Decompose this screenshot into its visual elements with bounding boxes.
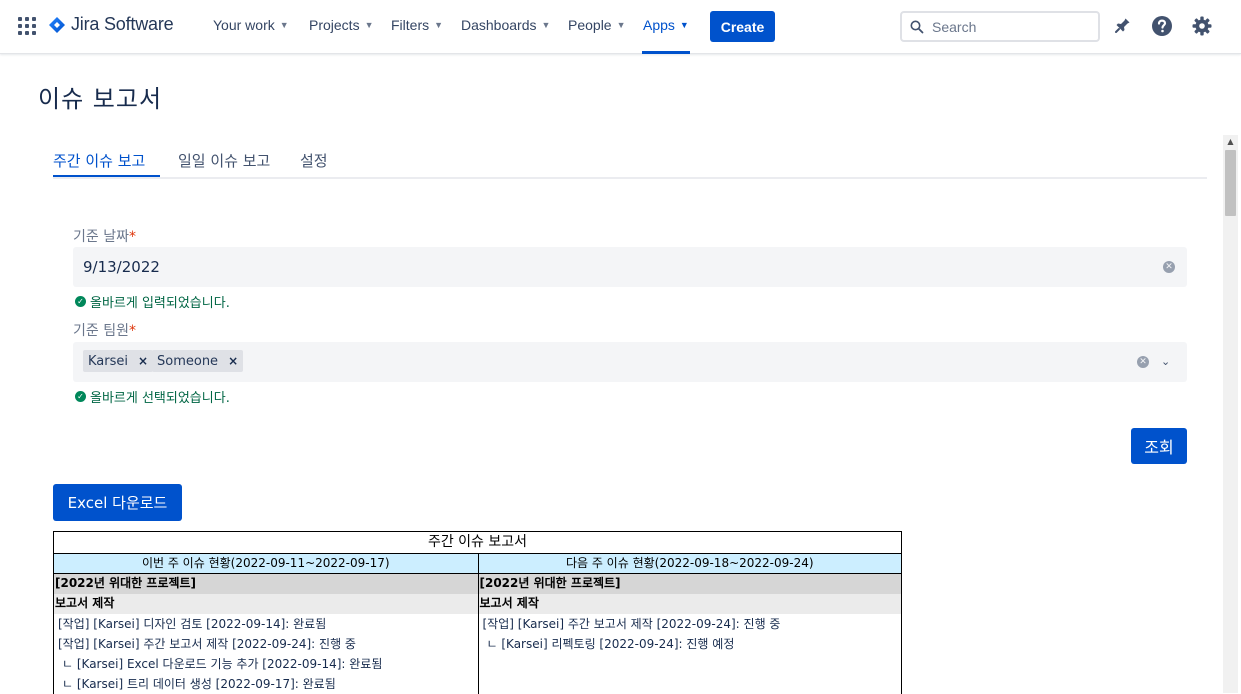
chevron-down-icon: ▼ xyxy=(279,20,289,30)
notifications-icon[interactable] xyxy=(1111,15,1133,37)
top-navigation: Jira Software Your work ▼ Projects ▼ Filte… xyxy=(0,0,1241,54)
team-valid-message: ✓ 올바르게 선택되었습니다. xyxy=(75,387,230,406)
empty-row xyxy=(479,654,902,674)
empty-row xyxy=(479,674,902,694)
chevron-down-icon: ▼ xyxy=(364,20,374,30)
date-label-text: 기준 날짜 xyxy=(73,229,129,245)
team-chip: Karsei × xyxy=(83,350,154,372)
settings-gear-icon[interactable] xyxy=(1191,15,1213,37)
date-field-label: 기준 날짜* xyxy=(73,226,136,246)
issue-item: ㄴ [Karsei] 트리 데이터 생성 [2022-09-17]: 완료됨 xyxy=(62,677,336,691)
report-title: 주간 이슈 보고서 xyxy=(54,532,901,554)
date-valid-text: 올바르게 입력되었습니다. xyxy=(90,296,230,311)
scrollbar-thumb[interactable] xyxy=(1225,150,1236,216)
jira-diamond-icon xyxy=(49,16,65,33)
check-circle-icon: ✓ xyxy=(75,296,86,307)
next-week-column: 다음 주 이슈 현황(2022-09-18~2022-09-24) [2022년… xyxy=(477,554,902,694)
date-field[interactable]: 9/13/2022 ✕ xyxy=(73,247,1187,287)
section-row: 보고서 제작 xyxy=(478,594,901,614)
tab-settings[interactable]: 설정 xyxy=(300,150,328,171)
team-valid-text: 올바르게 선택되었습니다. xyxy=(90,391,230,406)
team-field-label: 기준 팀원* xyxy=(73,320,136,340)
help-icon[interactable] xyxy=(1151,15,1173,37)
chevron-down-icon: ▼ xyxy=(616,20,626,30)
team-chip-label: Someone xyxy=(157,353,219,369)
jira-logo[interactable]: Jira Software xyxy=(49,14,174,35)
team-label-text: 기준 팀원 xyxy=(73,323,129,339)
this-week-header: 이번 주 이슈 현황(2022-09-11~2022-09-17) xyxy=(54,554,478,574)
nav-label: Projects xyxy=(309,17,360,33)
app-switcher-icon[interactable] xyxy=(18,17,36,35)
search-input[interactable] xyxy=(932,18,1082,35)
clear-date-icon[interactable]: ✕ xyxy=(1163,261,1175,273)
nav-label: People xyxy=(568,17,612,33)
team-chip: Someone × xyxy=(152,350,244,372)
issue-item: [작업] [Karsei] 주간 보고서 제작 [2022-09-24]: 진행… xyxy=(482,617,781,631)
tab-weekly-report[interactable]: 주간 이슈 보고 xyxy=(53,150,145,171)
logo-text: Jira Software xyxy=(71,14,174,34)
active-tab-indicator xyxy=(53,175,160,177)
page-title: 이슈 보고서 xyxy=(38,85,163,113)
remove-chip-icon[interactable]: × xyxy=(138,354,148,368)
issue-item: ㄴ [Karsei] 리펙토링 [2022-09-24]: 진행 예정 xyxy=(486,637,735,651)
create-button[interactable]: Create xyxy=(710,11,775,42)
scroll-up-arrow-icon[interactable]: ▲ xyxy=(1225,137,1236,147)
project-row: [2022년 위대한 프로젝트] xyxy=(54,574,478,594)
nav-label: Your work xyxy=(213,17,275,33)
query-button[interactable]: 조회 xyxy=(1131,428,1187,464)
chevron-down-icon: ▼ xyxy=(541,20,551,30)
search-icon xyxy=(910,20,924,33)
tab-daily-report[interactable]: 일일 이슈 보고 xyxy=(178,150,270,171)
search-box[interactable] xyxy=(900,11,1100,42)
page-scrollbar[interactable] xyxy=(1223,135,1238,693)
issue-item: [작업] [Karsei] 디자인 검토 [2022-09-14]: 완료됨 xyxy=(58,617,327,631)
nav-label: Apps xyxy=(643,17,675,33)
active-nav-indicator xyxy=(642,51,690,54)
nav-dashboards[interactable]: Dashboards ▼ xyxy=(461,17,550,33)
required-mark: * xyxy=(128,323,136,339)
project-row: [2022년 위대한 프로젝트] xyxy=(478,574,901,594)
team-select[interactable]: Karsei × Someone × ✕ ⌄ xyxy=(73,342,1187,382)
nav-filters[interactable]: Filters ▼ xyxy=(391,17,443,33)
remove-chip-icon[interactable]: × xyxy=(228,354,238,368)
next-week-header: 다음 주 이슈 현황(2022-09-18~2022-09-24) xyxy=(478,554,901,574)
team-chip-label: Karsei xyxy=(88,353,128,369)
check-circle-icon: ✓ xyxy=(75,391,86,402)
section-row: 보고서 제작 xyxy=(54,594,478,614)
issue-item: [작업] [Karsei] 주간 보고서 제작 [2022-09-24]: 진행… xyxy=(58,637,356,651)
nav-projects[interactable]: Projects ▼ xyxy=(309,17,374,33)
report-tabs: 주간 이슈 보고 일일 이슈 보고 설정 xyxy=(53,147,1207,179)
weekly-report-table: 주간 이슈 보고서 이번 주 이슈 현황(2022-09-11~2022-09-… xyxy=(53,531,902,694)
nav-your-work[interactable]: Your work ▼ xyxy=(213,17,289,33)
nav-label: Filters xyxy=(391,17,430,33)
this-week-column: 이번 주 이슈 현황(2022-09-11~2022-09-17) [2022년… xyxy=(54,554,478,694)
chevron-down-icon: ▼ xyxy=(679,20,689,30)
date-valid-message: ✓ 올바르게 입력되었습니다. xyxy=(75,292,230,311)
chevron-down-icon[interactable]: ⌄ xyxy=(1161,355,1173,368)
clear-team-icon[interactable]: ✕ xyxy=(1137,356,1149,368)
nav-apps[interactable]: Apps ▼ xyxy=(643,17,689,33)
chevron-down-icon: ▼ xyxy=(434,20,444,30)
nav-label: Dashboards xyxy=(461,17,537,33)
nav-people[interactable]: People ▼ xyxy=(568,17,626,33)
date-value: 9/13/2022 xyxy=(83,258,160,276)
required-mark: * xyxy=(128,229,136,245)
excel-download-button[interactable]: Excel 다운로드 xyxy=(53,484,182,521)
issue-item: ㄴ [Karsei] Excel 다운로드 기능 추가 [2022-09-14]… xyxy=(62,657,383,671)
